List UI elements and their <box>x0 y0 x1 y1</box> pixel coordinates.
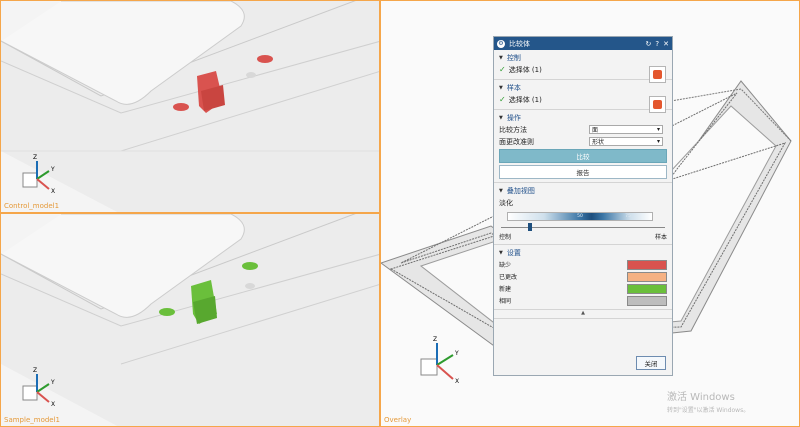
slider-line <box>501 227 665 228</box>
settings-row-missing: 缺少 <box>499 259 667 270</box>
check-icon: ✓ <box>499 95 506 104</box>
operation-section: ▼ 操作 比较方法 面 ▾ 面更改准则 形状 ▾ 比较 报告 <box>494 110 672 183</box>
settings-row-new: 新建 <box>499 283 667 294</box>
changed-label: 已更改 <box>499 274 518 281</box>
settings-row-same: 相同 <box>499 295 667 306</box>
sample-header-label: 样本 <box>506 83 521 92</box>
same-label: 相同 <box>499 298 512 305</box>
collapse-triangle-icon: ▼ <box>499 187 503 194</box>
face-change-rule-row: 面更改准则 形状 ▾ <box>499 136 667 147</box>
control-viewport[interactable]: Control_model1 Z Y X <box>0 0 380 213</box>
sample-section-header[interactable]: ▼ 样本 <box>499 82 667 93</box>
missing-label: 缺少 <box>499 262 512 269</box>
dialog-titlebar[interactable]: ⚙ 比较体 ↻ ? ✕ <box>494 37 672 50</box>
sample-viewport[interactable]: Sample_model1 Z Y X <box>0 213 380 427</box>
watermark-line-2: 转到"设置"以激活 Windows。 <box>667 407 750 414</box>
collapse-triangle-icon: ▼ <box>499 54 503 61</box>
collapse-triangle-icon: ▼ <box>499 249 503 256</box>
fade-slider[interactable] <box>499 223 667 231</box>
chevron-down-icon: ▾ <box>656 138 660 145</box>
help-icon[interactable]: ? <box>655 40 659 48</box>
expand-more-button[interactable]: ▲ <box>494 310 672 319</box>
sample-axis-x: X <box>51 401 55 408</box>
slider-tick-75: 75 <box>625 214 631 219</box>
control-axis-x: X <box>51 188 55 195</box>
face-change-rule-dropdown[interactable]: 形状 ▾ <box>589 137 663 146</box>
compare-method-row: 比较方法 面 ▾ <box>499 124 667 135</box>
control-selection-label: 选择体 (1) <box>508 65 542 74</box>
overlay-axis-x: X <box>455 378 459 385</box>
slider-tick-50: 50 <box>577 214 583 219</box>
slider-end-labels: 控制 样本 <box>499 232 667 241</box>
control-axis-z: Z <box>33 154 37 161</box>
settings-section: ▼ 设置 缺少 已更改 新建 相同 <box>494 245 672 310</box>
collapse-triangle-icon: ▼ <box>499 114 503 121</box>
compare-button[interactable]: 比较 <box>499 149 667 163</box>
control-section: ▼ 控制 ✓ 选择体 (1) <box>494 50 672 83</box>
sample-axis-y: Y <box>50 379 55 386</box>
check-icon: ✓ <box>499 65 506 74</box>
slider-left-end-label: 控制 <box>499 234 512 241</box>
same-color-swatch[interactable] <box>627 295 667 306</box>
sample-axis-triad: Z Y X <box>22 367 55 408</box>
sample-selection-row[interactable]: ✓ 选择体 (1) <box>499 93 667 106</box>
control-axis-y: Y <box>50 166 55 173</box>
operation-header-label: 操作 <box>506 113 521 122</box>
collapse-triangle-icon: ▼ <box>499 84 503 91</box>
chevron-up-icon: ▲ <box>581 310 585 316</box>
control-header-label: 控制 <box>506 53 521 62</box>
compare-method-value: 面 <box>592 127 599 134</box>
windows-activation-watermark: 激活 Windows 转到"设置"以激活 Windows。 <box>667 388 749 414</box>
compare-method-dropdown[interactable]: 面 ▾ <box>589 125 663 134</box>
overlay-view-section-header[interactable]: ▼ 叠加视图 <box>499 185 667 196</box>
report-button[interactable]: 报告 <box>499 165 667 179</box>
slider-tick-25: 25 <box>529 214 535 219</box>
compare-bodies-dialog: ⚙ 比较体 ↻ ? ✕ ▼ 控制 ✓ 选择体 (1) ▼ 样本 ✓ 选择体 (1… <box>493 36 673 376</box>
new-label: 新建 <box>499 286 512 293</box>
close-dialog-button[interactable]: 关闭 <box>636 356 666 370</box>
settings-row-changed: 已更改 <box>499 271 667 282</box>
missing-color-swatch[interactable] <box>627 259 667 270</box>
slider-thumb[interactable] <box>528 223 533 231</box>
overlay-view-header-label: 叠加视图 <box>506 186 535 195</box>
select-body-icon <box>653 100 662 109</box>
sample-section: ▼ 样本 ✓ 选择体 (1) <box>494 80 672 113</box>
control-selection-row[interactable]: ✓ 选择体 (1) <box>499 63 667 76</box>
face-change-rule-label: 面更改准则 <box>499 137 534 146</box>
fade-gradient-bar: 25 50 75 <box>507 212 653 221</box>
settings-header-label: 设置 <box>506 248 521 257</box>
overlay-view-section: ▼ 叠加视图 淡化 25 50 75 控制 样本 <box>494 183 672 245</box>
face-change-rule-value: 形状 <box>592 139 605 146</box>
reset-icon[interactable]: ↻ <box>646 40 652 48</box>
dialog-title: 比较体 <box>509 39 530 48</box>
gear-icon: ⚙ <box>497 39 505 48</box>
slider-right-end-label: 样本 <box>654 234 667 241</box>
sample-axis-z: Z <box>33 367 37 374</box>
changed-color-swatch[interactable] <box>627 271 667 282</box>
overlay-axis-z: Z <box>433 336 437 343</box>
fade-label: 淡化 <box>499 199 513 207</box>
select-body-icon <box>653 70 662 79</box>
new-color-swatch[interactable] <box>627 283 667 294</box>
watermark-line-1: 激活 Windows <box>667 392 735 403</box>
operation-section-header[interactable]: ▼ 操作 <box>499 112 667 123</box>
control-section-header[interactable]: ▼ 控制 <box>499 52 667 63</box>
close-icon[interactable]: ✕ <box>663 40 669 48</box>
settings-section-header[interactable]: ▼ 设置 <box>499 247 667 258</box>
sample-selection-label: 选择体 (1) <box>508 95 542 104</box>
chevron-down-icon: ▾ <box>656 126 660 133</box>
control-axis-triad: Z Y X <box>22 154 55 195</box>
compare-method-label: 比较方法 <box>499 125 527 134</box>
overlay-axis-y: Y <box>454 350 459 357</box>
